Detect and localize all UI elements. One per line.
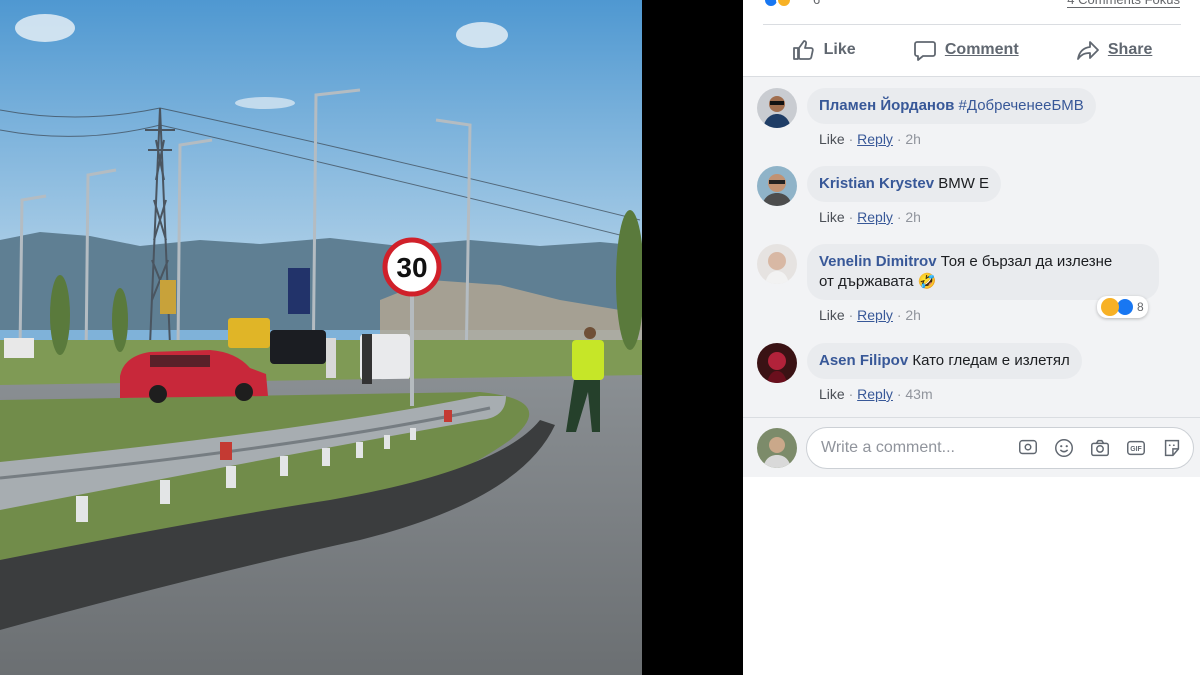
- comment-reply-link[interactable]: Reply: [857, 131, 893, 147]
- share-icon: [1076, 41, 1099, 60]
- comment-author[interactable]: Asen Filipov: [819, 352, 908, 369]
- comment-bubble: Kristian Krystev BMW E: [807, 166, 1002, 202]
- comment-reply-link[interactable]: Reply: [857, 386, 893, 402]
- comment-item: Venelin Dimitrov Тоя е бързал да излезне…: [757, 244, 1187, 334]
- comment-reactions[interactable]: 8: [1097, 296, 1148, 318]
- comment-text: BMW E: [938, 175, 990, 192]
- share-button-label: Share: [1107, 41, 1153, 58]
- post-actions: Like Comment Share: [763, 26, 1181, 74]
- avatar[interactable]: [757, 166, 797, 206]
- comment-bubble: Venelin Dimitrov Тоя е бързал да излезне…: [807, 244, 1159, 300]
- like-button-label: Like: [823, 41, 856, 58]
- comment-time[interactable]: 43m: [905, 386, 932, 402]
- comment-item: Asen Filipov Като гледам е излетял Like …: [757, 343, 1187, 413]
- comment-meta: Like · Reply · 2h: [819, 209, 921, 225]
- comment-time[interactable]: 2h: [905, 209, 921, 225]
- comment-reply-link[interactable]: Reply: [857, 209, 893, 225]
- share-button[interactable]: Share: [1076, 38, 1152, 62]
- sticker-icon[interactable]: [1161, 437, 1183, 459]
- comment-time[interactable]: 2h: [905, 307, 921, 323]
- avatar[interactable]: [757, 244, 797, 284]
- comment-list: Пламен Йорданов #ДобреченееБМВ Like · Re…: [743, 77, 1200, 417]
- comment-author[interactable]: Kristian Krystev: [819, 175, 934, 192]
- avatar[interactable]: [757, 428, 797, 468]
- composer-tools: GIF: [1017, 437, 1183, 459]
- photo-viewer: 30 6 4 Comments Fokus Like Comment: [0, 0, 1200, 675]
- road-scene-image: 30: [0, 0, 642, 675]
- haha-reaction-icon: [1101, 298, 1119, 316]
- comment-meta: Like · Reply · 2h: [819, 131, 921, 147]
- comment-reaction-count: 8: [1137, 300, 1144, 314]
- comment-item: Kristian Krystev BMW E Like · Reply · 2h: [757, 166, 1187, 236]
- comments-panel: 6 4 Comments Fokus Like Comment Share: [743, 0, 1200, 675]
- emoji-icon[interactable]: [1053, 437, 1075, 459]
- comment-like-link[interactable]: Like: [819, 307, 845, 323]
- comment-input-placeholder: Write a comment...: [821, 439, 955, 456]
- speed-limit-text: 30: [396, 252, 427, 283]
- reaction-icons: [763, 0, 803, 8]
- post-photo[interactable]: 30: [0, 0, 642, 675]
- reaction-summary[interactable]: 6 4 Comments Fokus: [743, 0, 1200, 8]
- comment-text: Тоя е бързал да излезне: [940, 253, 1113, 270]
- comments-count-link[interactable]: 4 Comments Fokus: [1067, 0, 1180, 8]
- viewer-gutter: [642, 0, 743, 675]
- comment-meta: Like · Reply · 2h: [819, 307, 921, 323]
- comment-reply-link[interactable]: Reply: [857, 307, 893, 323]
- comment-meta: Like · Reply · 43m: [819, 386, 933, 402]
- comment-icon: [913, 41, 936, 61]
- comment-item: Пламен Йорданов #ДобреченееБМВ Like · Re…: [757, 88, 1187, 158]
- avatar[interactable]: [757, 88, 797, 128]
- divider: [763, 24, 1181, 25]
- comment-like-link[interactable]: Like: [819, 131, 845, 147]
- comment-button[interactable]: Comment: [913, 38, 1019, 62]
- comment-time[interactable]: 2h: [905, 131, 921, 147]
- comment-composer: Write a comment... GIF: [743, 417, 1200, 477]
- comment-author[interactable]: Venelin Dimitrov: [819, 253, 937, 270]
- camera-icon[interactable]: [1089, 437, 1111, 459]
- comment-text: Като гледам е излетял: [912, 352, 1070, 369]
- comment-input[interactable]: Write a comment... GIF: [806, 427, 1194, 469]
- comment-like-link[interactable]: Like: [819, 386, 845, 402]
- comment-like-link[interactable]: Like: [819, 209, 845, 225]
- avatar[interactable]: [757, 343, 797, 383]
- comment-text-line2: от държавата 🤣: [819, 273, 937, 290]
- reaction-count: 6: [813, 0, 820, 7]
- like-icon: [792, 40, 814, 60]
- sticker-pack-icon[interactable]: [1017, 437, 1039, 459]
- like-button[interactable]: Like: [792, 38, 856, 62]
- comment-bubble: Asen Filipov Като гледам е излетял: [807, 343, 1082, 379]
- comment-button-label: Comment: [944, 41, 1019, 58]
- comment-author[interactable]: Пламен Йорданов: [819, 97, 954, 114]
- comment-bubble: Пламен Йорданов #ДобреченееБМВ: [807, 88, 1096, 124]
- svg-text:GIF: GIF: [1130, 446, 1141, 453]
- gif-icon[interactable]: GIF: [1125, 437, 1147, 459]
- comment-text[interactable]: #ДобреченееБМВ: [959, 97, 1084, 114]
- haha-reaction-icon: [776, 0, 792, 8]
